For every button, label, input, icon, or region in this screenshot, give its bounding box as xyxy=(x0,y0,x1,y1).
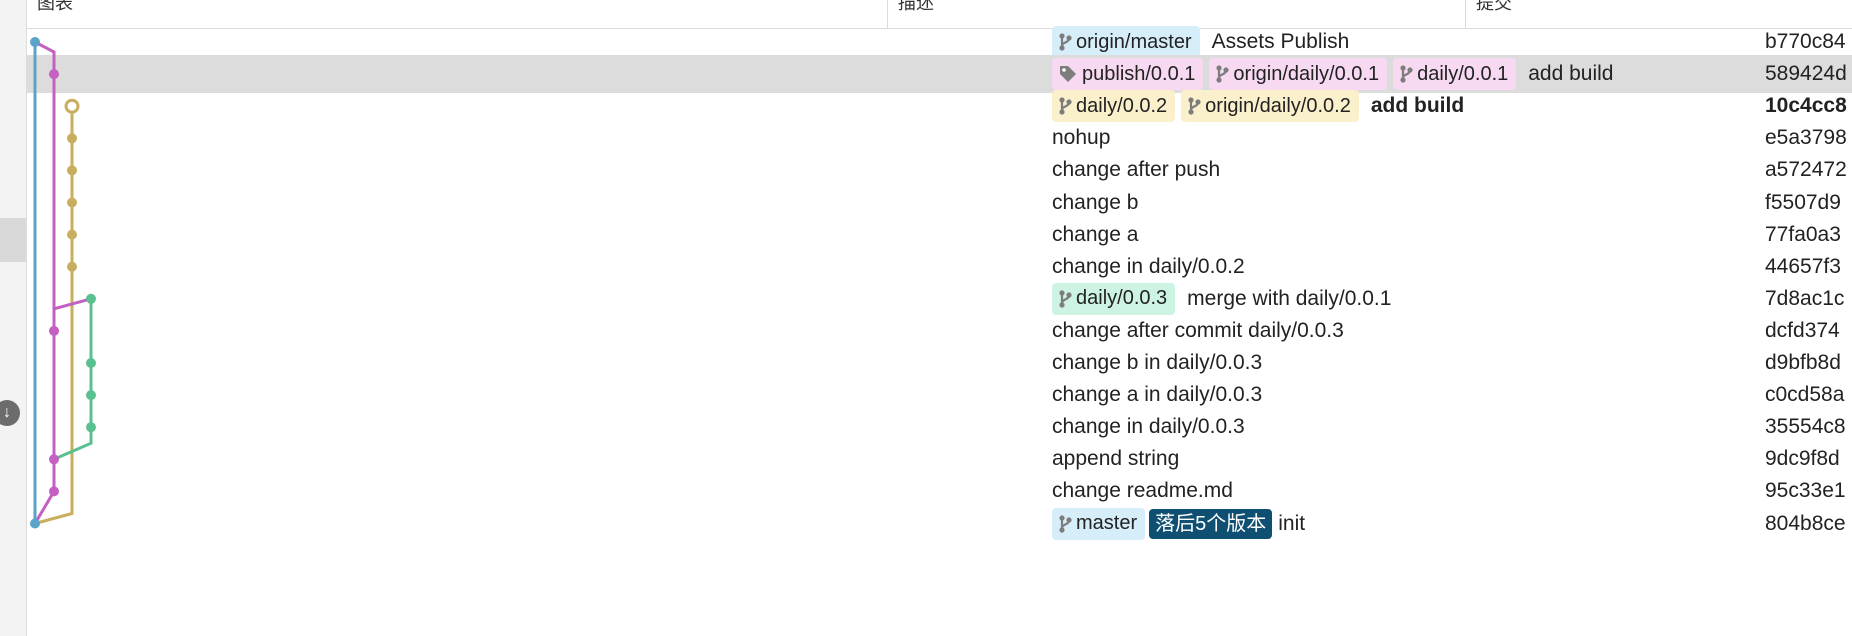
branch-label[interactable]: origin/daily/0.0.1 xyxy=(1209,58,1388,91)
branch-label[interactable]: daily/0.0.3 xyxy=(1052,282,1176,315)
branch-icon xyxy=(1058,289,1076,309)
commit-graph xyxy=(30,37,96,529)
branch-icon xyxy=(1187,96,1205,116)
branch-label[interactable]: daily/0.0.1 xyxy=(1393,58,1517,91)
commit-message: add build xyxy=(1370,94,1465,118)
commit-message: append string xyxy=(1052,447,1180,471)
branch-label[interactable]: daily/0.0.2 xyxy=(1052,90,1176,123)
branch-icon xyxy=(1058,32,1076,52)
commit-node[interactable] xyxy=(49,486,59,497)
commit-message: change after commit daily/0.0.3 xyxy=(1052,318,1344,342)
branch-label[interactable]: origin/master xyxy=(1052,26,1200,58)
branch-icon xyxy=(1215,64,1233,84)
commit-node[interactable] xyxy=(86,390,96,401)
sidebar-active-item[interactable] xyxy=(0,218,26,262)
tag-label[interactable]: publish/0.0.1 xyxy=(1052,58,1204,91)
commit-node[interactable] xyxy=(67,261,77,272)
commit-hash: 804b8ce xyxy=(1765,511,1846,535)
commit-node[interactable] xyxy=(86,293,96,304)
commit-message: change in daily/0.0.3 xyxy=(1052,415,1245,439)
commit-message: change readme.md xyxy=(1052,479,1233,503)
commit-message: Assets Publish xyxy=(1211,30,1350,53)
commit-row[interactable]: master 落后5个版本 init 804b8ce xyxy=(27,505,1852,543)
commit-node[interactable] xyxy=(67,133,77,144)
commit-message: change after push xyxy=(1052,158,1221,182)
branch-icon xyxy=(1058,514,1076,534)
ref-name: origin/master xyxy=(1076,30,1192,53)
commit-node[interactable] xyxy=(64,98,80,114)
ref-name: publish/0.0.1 xyxy=(1082,62,1196,85)
ref-name: daily/0.0.1 xyxy=(1417,62,1509,85)
commit-message: nohup xyxy=(1052,126,1111,150)
ref-name: origin/daily/0.0.1 xyxy=(1233,62,1380,85)
commit-node[interactable] xyxy=(86,358,96,368)
tag-icon xyxy=(1058,64,1082,84)
ref-name: daily/0.0.2 xyxy=(1076,94,1168,117)
behind-badge: 落后5个版本 xyxy=(1149,508,1273,539)
branch-icon xyxy=(1399,64,1417,84)
commit-node[interactable] xyxy=(67,229,77,240)
commit-node[interactable] xyxy=(49,325,59,336)
commit-node[interactable] xyxy=(67,165,77,176)
commit-node[interactable] xyxy=(49,454,59,465)
commit-node[interactable] xyxy=(67,197,77,208)
commit-message: init xyxy=(1278,511,1306,535)
commit-message: change in daily/0.0.2 xyxy=(1052,254,1245,278)
commit-message: change a xyxy=(1052,222,1139,246)
commit-node[interactable] xyxy=(30,37,40,47)
ref-name: daily/0.0.3 xyxy=(1076,287,1168,310)
ref-name: origin/daily/0.0.2 xyxy=(1205,94,1351,117)
commit-message: change b in daily/0.0.3 xyxy=(1052,351,1263,374)
ref-name: master xyxy=(1076,512,1138,534)
branch-icon xyxy=(1058,96,1076,116)
commit-node[interactable] xyxy=(30,518,40,529)
commit-message: change b xyxy=(1052,190,1139,214)
commit-description: master 落后5个版本 init xyxy=(1052,505,1305,543)
commit-node[interactable] xyxy=(49,69,59,80)
branch-label[interactable]: master xyxy=(1052,507,1146,540)
commit-node[interactable] xyxy=(86,422,96,433)
commit-message: add build xyxy=(1528,62,1614,86)
left-sidebar-strip xyxy=(0,0,27,636)
branch-label[interactable]: origin/daily/0.0.2 xyxy=(1181,90,1359,123)
commit-message: merge with daily/0.0.1 xyxy=(1187,286,1392,310)
commit-message: change a in daily/0.0.3 xyxy=(1052,383,1263,407)
